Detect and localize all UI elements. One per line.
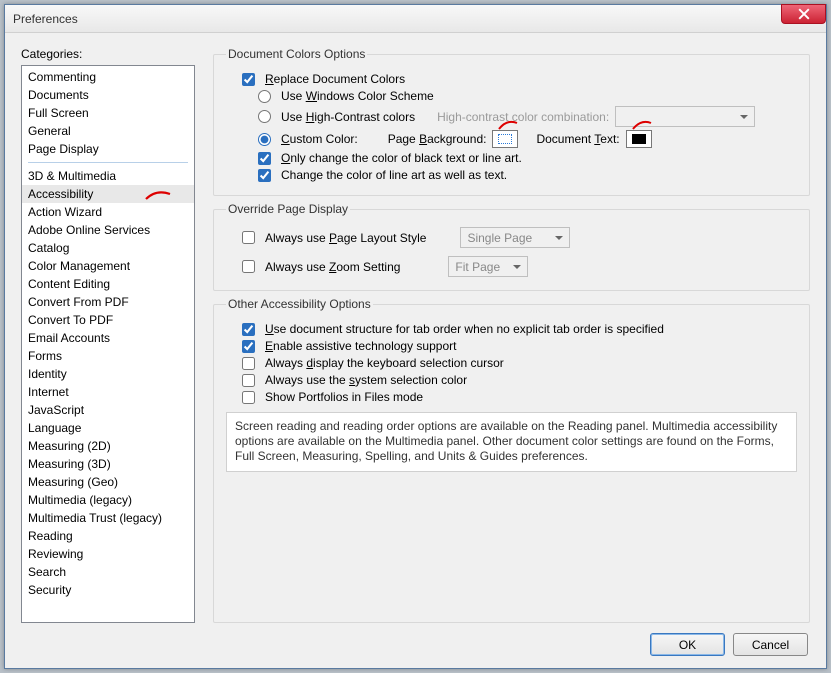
checkbox-portfolios[interactable] <box>242 391 255 404</box>
categories-label: Categories: <box>21 47 195 61</box>
category-item[interactable]: Accessibility <box>22 185 194 203</box>
dialog-buttons: OK Cancel <box>21 633 810 656</box>
label-sys-sel: Always use the system selection color <box>265 373 467 387</box>
radio-high-contrast[interactable] <box>258 110 271 123</box>
label-high-contrast: Use High-Contrast colors <box>281 110 415 124</box>
window-title: Preferences <box>13 12 78 26</box>
combo-zoom[interactable]: Fit Page <box>448 256 528 277</box>
label-assistive: Enable assistive technology support <box>265 339 456 353</box>
settings-panel: Document Colors Options Replace Document… <box>213 47 810 623</box>
category-item[interactable]: Forms <box>22 347 194 365</box>
group-override-display: Override Page Display Always use Page La… <box>213 202 810 291</box>
category-item[interactable]: Reviewing <box>22 545 194 563</box>
close-button[interactable] <box>781 4 826 24</box>
checkbox-tab-order[interactable] <box>242 323 255 336</box>
category-item[interactable]: Security <box>22 581 194 599</box>
label-replace-colors: Replace Document Colors <box>265 72 405 86</box>
checkbox-page-layout[interactable] <box>242 231 255 244</box>
category-item[interactable]: Internet <box>22 383 194 401</box>
category-item[interactable]: Email Accounts <box>22 329 194 347</box>
category-item[interactable]: General <box>22 122 194 140</box>
close-icon <box>798 8 810 20</box>
category-item[interactable]: Content Editing <box>22 275 194 293</box>
annotation-mark-icon <box>144 187 172 201</box>
combo-page-layout[interactable]: Single Page <box>460 227 570 248</box>
category-item[interactable]: Convert To PDF <box>22 311 194 329</box>
preferences-window: Preferences Categories: CommentingDocume… <box>4 4 827 669</box>
ok-button[interactable]: OK <box>650 633 725 656</box>
category-item[interactable]: Color Management <box>22 257 194 275</box>
category-item[interactable]: 3D & Multimedia <box>22 167 194 185</box>
label-only-black: Only change the color of black text or l… <box>281 151 522 165</box>
checkbox-zoom[interactable] <box>242 260 255 273</box>
category-item[interactable]: Convert From PDF <box>22 293 194 311</box>
group-legend: Other Accessibility Options <box>226 297 373 311</box>
category-item[interactable]: Multimedia (legacy) <box>22 491 194 509</box>
label-kb-cursor: Always display the keyboard selection cu… <box>265 356 504 370</box>
radio-windows-scheme[interactable] <box>258 90 271 103</box>
category-item[interactable]: Reading <box>22 527 194 545</box>
label-portfolios: Show Portfolios in Files mode <box>265 390 423 404</box>
categories-panel: Categories: CommentingDocumentsFull Scre… <box>21 47 195 623</box>
checkbox-change-lineart[interactable] <box>258 169 271 182</box>
combo-high-contrast[interactable] <box>615 106 755 127</box>
titlebar: Preferences <box>5 5 826 33</box>
checkbox-kb-cursor[interactable] <box>242 357 255 370</box>
checkbox-only-black[interactable] <box>258 152 271 165</box>
group-document-colors: Document Colors Options Replace Document… <box>213 47 810 196</box>
category-item[interactable]: Full Screen <box>22 104 194 122</box>
label-tab-order: Use document structure for tab order whe… <box>265 322 664 336</box>
category-separator <box>28 162 188 163</box>
label-change-lineart: Change the color of line art as well as … <box>281 168 507 182</box>
category-item[interactable]: JavaScript <box>22 401 194 419</box>
label-page-background: Page Background: <box>388 132 487 146</box>
checkbox-assistive[interactable] <box>242 340 255 353</box>
swatch-page-background[interactable] <box>492 130 518 148</box>
category-item[interactable]: Action Wizard <box>22 203 194 221</box>
category-item[interactable]: Adobe Online Services <box>22 221 194 239</box>
label-zoom: Always use Zoom Setting <box>265 260 400 274</box>
category-item[interactable]: Multimedia Trust (legacy) <box>22 509 194 527</box>
category-item[interactable]: Language <box>22 419 194 437</box>
checkbox-sys-sel[interactable] <box>242 374 255 387</box>
category-item[interactable]: Measuring (Geo) <box>22 473 194 491</box>
label-document-text: Document Text: <box>536 132 619 146</box>
info-text: Screen reading and reading order options… <box>226 412 797 472</box>
category-item[interactable]: Search <box>22 563 194 581</box>
checkbox-replace-colors[interactable] <box>242 73 255 86</box>
category-item[interactable]: Catalog <box>22 239 194 257</box>
categories-list[interactable]: CommentingDocumentsFull ScreenGeneralPag… <box>21 65 195 623</box>
category-item[interactable]: Measuring (3D) <box>22 455 194 473</box>
group-other-accessibility: Other Accessibility Options Use document… <box>213 297 810 623</box>
category-item[interactable]: Page Display <box>22 140 194 158</box>
label-page-layout: Always use Page Layout Style <box>265 231 426 245</box>
label-hc-combo: High-contrast color combination: <box>437 110 609 124</box>
group-legend: Override Page Display <box>226 202 350 216</box>
category-item[interactable]: Documents <box>22 86 194 104</box>
cancel-button[interactable]: Cancel <box>733 633 808 656</box>
category-item[interactable]: Commenting <box>22 68 194 86</box>
dialog-body: Categories: CommentingDocumentsFull Scre… <box>5 33 826 668</box>
group-legend: Document Colors Options <box>226 47 367 61</box>
swatch-document-text[interactable] <box>626 130 652 148</box>
radio-custom-color[interactable] <box>258 133 271 146</box>
category-item[interactable]: Measuring (2D) <box>22 437 194 455</box>
label-windows-scheme: Use Windows Color Scheme <box>281 89 434 103</box>
category-item[interactable]: Identity <box>22 365 194 383</box>
label-custom-color: Custom Color: <box>281 132 358 146</box>
